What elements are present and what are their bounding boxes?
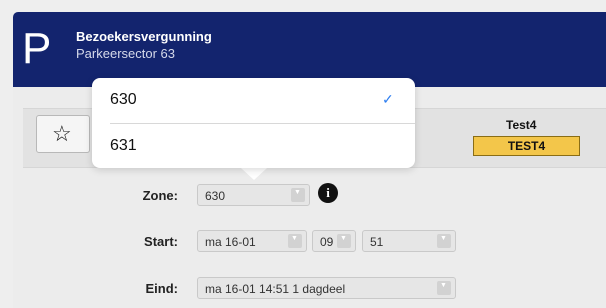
info-icon[interactable]: i <box>318 183 338 203</box>
app-title: Bezoekersvergunning <box>76 29 212 44</box>
star-icon: ☆ <box>52 121 72 146</box>
start-day-value: ma 16-01 <box>205 235 256 249</box>
app-subtitle: Parkeersector 63 <box>76 46 175 61</box>
start-minute-select[interactable]: 51 ▼ <box>362 230 456 252</box>
zone-dropdown: 630 ✓ 631 <box>92 78 415 168</box>
zone-label: Zone: <box>142 188 178 203</box>
option-label: 631 <box>110 137 137 154</box>
plate-badge[interactable]: TEST4 <box>473 136 580 156</box>
end-select[interactable]: ma 16-01 14:51 1 dagdeel ▼ <box>197 277 456 299</box>
start-day-select[interactable]: ma 16-01 ▼ <box>197 230 307 252</box>
start-minute-value: 51 <box>370 235 384 249</box>
start-hour-value: 09 <box>320 235 334 249</box>
plate-name: Test4 <box>506 118 537 132</box>
chevron-down-icon: ▼ <box>437 234 451 248</box>
chevron-down-icon: ▼ <box>437 281 451 295</box>
favorite-button[interactable]: ☆ <box>36 115 90 153</box>
dropdown-option-631[interactable]: 631 <box>92 124 415 168</box>
start-hour-select[interactable]: 09 ▼ <box>312 230 356 252</box>
chevron-down-icon: ▼ <box>288 234 302 248</box>
option-label: 630 <box>110 91 137 108</box>
check-icon: ✓ <box>382 91 394 107</box>
end-label: Eind: <box>145 281 179 296</box>
dropdown-option-630[interactable]: 630 ✓ <box>92 78 415 122</box>
end-value: ma 16-01 14:51 1 dagdeel <box>205 282 346 296</box>
start-label: Start: <box>144 234 178 249</box>
dropdown-pointer <box>241 168 267 180</box>
chevron-down-icon: ▼ <box>291 188 305 202</box>
zone-value: 630 <box>205 189 226 203</box>
app-header: P Bezoekersvergunning Parkeersector 63 <box>13 12 606 87</box>
parking-logo: P <box>22 24 52 73</box>
chevron-down-icon: ▼ <box>337 234 351 248</box>
zone-select[interactable]: 630 ▼ <box>197 184 310 206</box>
